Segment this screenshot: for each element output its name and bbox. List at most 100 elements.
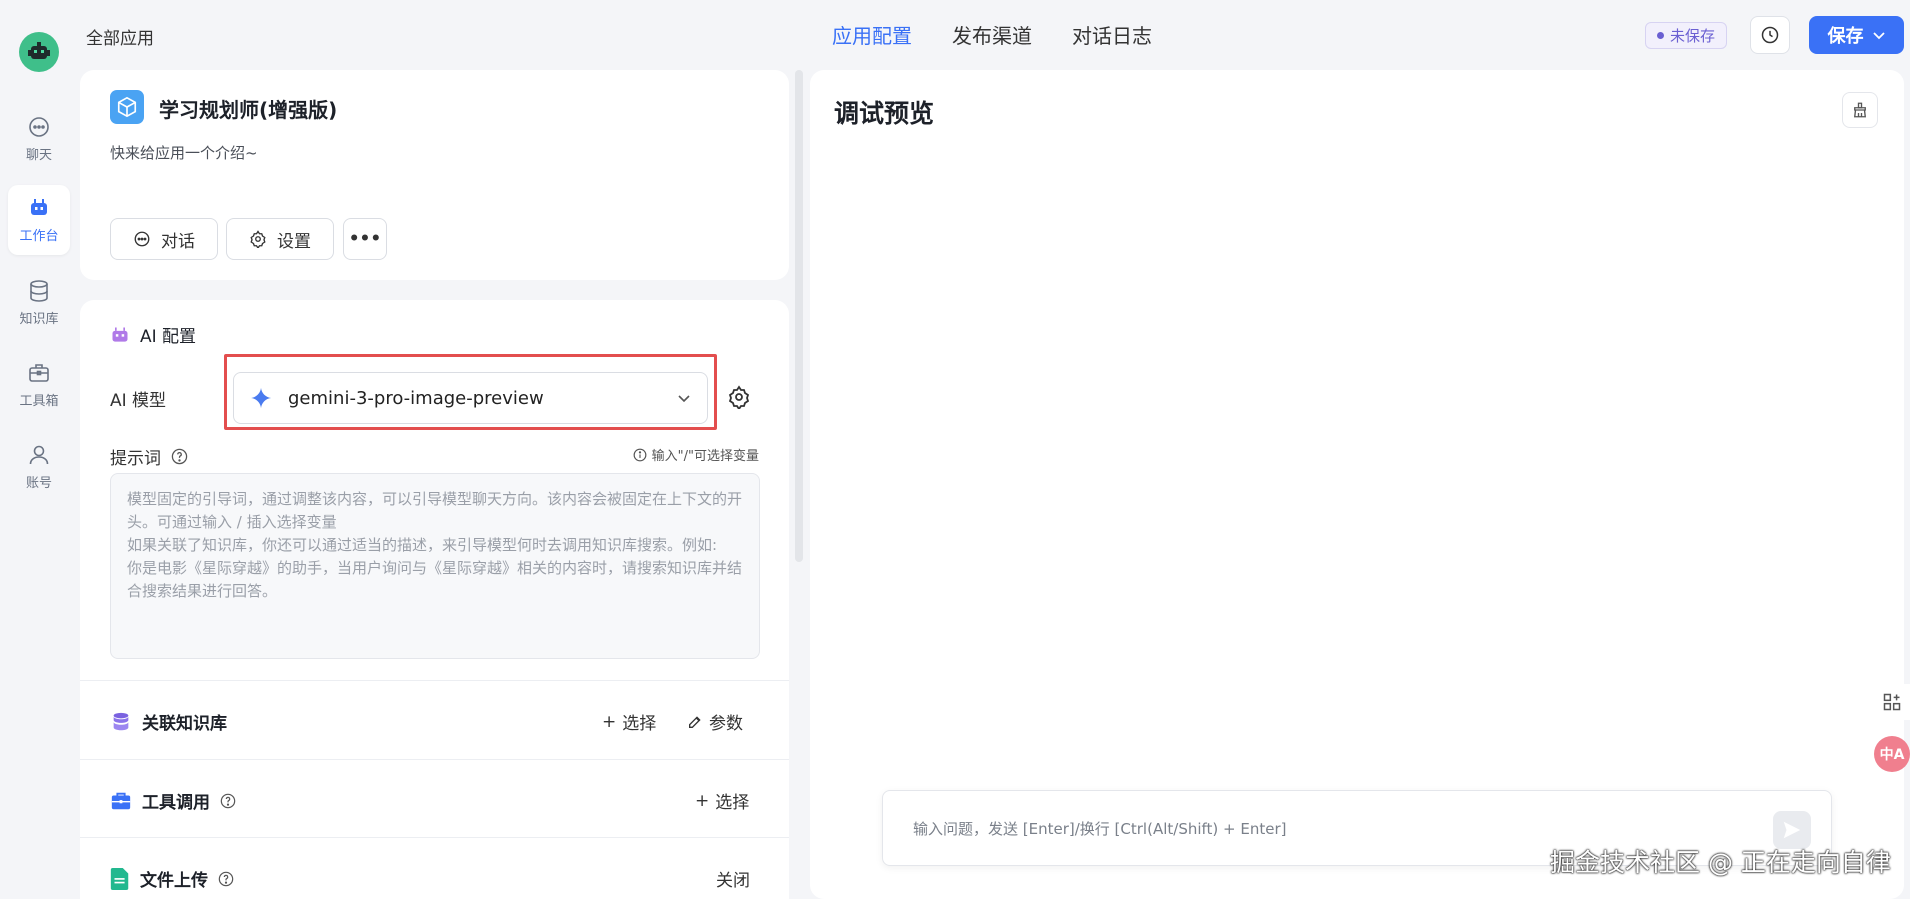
gear-icon bbox=[728, 385, 750, 411]
user-icon bbox=[29, 445, 49, 465]
tools-select-button[interactable]: + 选择 bbox=[695, 788, 750, 814]
prompt-label-text: 提示词 bbox=[110, 449, 161, 469]
left-nav: 聊天 工作台 知识库 工具箱 账号 bbox=[0, 0, 78, 899]
app-cube-icon bbox=[110, 90, 144, 124]
preview-panel: 调试预览 输入问题，发送 [Enter]/换行 [Ctrl(Alt/Shift)… bbox=[810, 70, 1904, 899]
nav-item-toolbox[interactable]: 工具箱 bbox=[8, 350, 70, 420]
knowledge-title-text: 关联知识库 bbox=[142, 714, 227, 734]
nav-item-chat[interactable]: 聊天 bbox=[8, 104, 70, 174]
nav-item-label: 账号 bbox=[25, 476, 52, 491]
chat-input-placeholder: 输入问题，发送 [Enter]/换行 [Ctrl(Alt/Shift) + En… bbox=[913, 819, 1287, 838]
tools-section-title: 工具调用 bbox=[110, 788, 236, 813]
watermark: 掘金技术社区 @ 正在走向自律 bbox=[1550, 848, 1891, 877]
history-button[interactable] bbox=[1750, 16, 1790, 54]
database-icon bbox=[113, 712, 129, 730]
knowledge-select-button[interactable]: + 选择 bbox=[602, 709, 657, 735]
grid-plus-icon bbox=[1883, 693, 1901, 711]
tab-chat-logs[interactable]: 对话日志 bbox=[1072, 20, 1152, 49]
gemini-sparkle-icon bbox=[250, 387, 272, 409]
app-logo[interactable] bbox=[19, 32, 59, 72]
gear-icon bbox=[250, 230, 266, 248]
robot-icon bbox=[112, 327, 128, 342]
upload-status-toggle[interactable]: 关闭 bbox=[716, 866, 750, 891]
ai-config-title: AI 配置 bbox=[110, 322, 196, 347]
toolbox-icon bbox=[29, 364, 49, 382]
help-icon[interactable] bbox=[171, 448, 188, 465]
chevron-down-icon bbox=[678, 395, 690, 403]
settings-button-label: 设置 bbox=[277, 231, 311, 252]
tools-select-label: 选择 bbox=[715, 793, 750, 813]
nav-item-label: 知识库 bbox=[19, 312, 59, 327]
translate-button[interactable]: 中A bbox=[1874, 736, 1910, 772]
breadcrumb[interactable]: 全部应用 bbox=[86, 24, 154, 49]
plus-icon: + bbox=[602, 711, 617, 732]
plus-icon: + bbox=[695, 790, 710, 811]
left-scrollbar[interactable] bbox=[795, 70, 803, 562]
unsaved-label: 未保存 bbox=[1670, 27, 1716, 45]
edit-icon bbox=[689, 715, 701, 728]
variable-hint-text: 输入"/"可选择变量 bbox=[651, 449, 759, 464]
help-icon[interactable] bbox=[218, 871, 234, 887]
nav-item-label: 聊天 bbox=[25, 148, 52, 163]
tools-title-text: 工具调用 bbox=[142, 793, 210, 813]
divider bbox=[80, 759, 789, 760]
nav-item-label: 工具箱 bbox=[19, 394, 59, 409]
knowledge-select-label: 选择 bbox=[622, 714, 657, 734]
variable-hint: 输入"/"可选择变量 bbox=[633, 445, 759, 464]
ai-config-card: AI 配置 AI 模型 gemini-3-pro-image-preview 提… bbox=[80, 300, 789, 899]
top-tabs: 应用配置 发布渠道 对话日志 bbox=[832, 20, 1152, 49]
status-dot bbox=[1657, 32, 1664, 39]
prompt-placeholder-line: 如果关联了知识库，你还可以通过适当的描述，来引导模型何时去调用知识库搜索。例如: bbox=[127, 536, 718, 554]
file-icon bbox=[110, 867, 129, 890]
save-label: 保存 bbox=[1827, 26, 1864, 47]
model-select-value: gemini-3-pro-image-preview bbox=[288, 387, 544, 409]
robot-icon bbox=[31, 199, 47, 215]
prompt-label: 提示词 bbox=[110, 444, 188, 469]
app-description[interactable]: 快来给应用一个介绍~ bbox=[110, 142, 258, 163]
clock-icon bbox=[1761, 26, 1779, 44]
more-button[interactable]: ••• bbox=[343, 218, 387, 260]
save-button[interactable]: 保存 bbox=[1809, 16, 1904, 54]
tab-publish-channel[interactable]: 发布渠道 bbox=[952, 20, 1032, 49]
robot-logo-icon bbox=[28, 42, 50, 59]
help-icon[interactable] bbox=[220, 793, 236, 809]
prompt-placeholder-line: 合搜索结果进行回答。 bbox=[127, 582, 278, 600]
nav-item-workbench[interactable]: 工作台 bbox=[8, 185, 70, 255]
app-info-card: 学习规划师(增强版) 快来给应用一个介绍~ 对话 设置 ••• bbox=[80, 70, 789, 280]
upload-title-text: 文件上传 bbox=[140, 871, 208, 891]
ai-config-title-text: AI 配置 bbox=[140, 327, 197, 347]
chat-button[interactable]: 对话 bbox=[110, 218, 218, 260]
chat-icon bbox=[134, 231, 150, 247]
prompt-textarea[interactable]: 模型固定的引导词，通过调整该内容，可以引导模型聊天方向。该内容会被固定在上下文的… bbox=[110, 473, 760, 659]
info-icon bbox=[633, 448, 647, 461]
model-settings-button[interactable] bbox=[727, 385, 751, 413]
clear-chat-button[interactable] bbox=[1842, 92, 1878, 128]
database-icon bbox=[30, 280, 48, 302]
preview-title: 调试预览 bbox=[834, 99, 935, 128]
nav-item-label: 工作台 bbox=[19, 229, 59, 244]
knowledge-params-label: 参数 bbox=[709, 714, 743, 734]
nav-item-knowledge[interactable]: 知识库 bbox=[8, 268, 70, 338]
nav-item-account[interactable]: 账号 bbox=[8, 432, 70, 502]
model-label: AI 模型 bbox=[110, 391, 167, 411]
prompt-placeholder-line: 模型固定的引导词，通过调整该内容，可以引导模型聊天方向。该内容会被固定在上下文的… bbox=[127, 490, 743, 508]
send-icon bbox=[1783, 821, 1801, 839]
broom-icon bbox=[1853, 102, 1867, 118]
unsaved-badge: 未保存 bbox=[1645, 22, 1728, 49]
chat-button-label: 对话 bbox=[161, 231, 195, 252]
upload-section-title: 文件上传 bbox=[110, 866, 234, 891]
chevron-down-icon bbox=[1872, 32, 1885, 40]
float-apps-button[interactable] bbox=[1874, 684, 1910, 720]
knowledge-section-title: 关联知识库 bbox=[110, 709, 227, 734]
divider bbox=[80, 837, 789, 838]
prompt-placeholder-line: 你是电影《星际穿越》的助手，当用户询问与《星际穿越》相关的内容时，请搜索知识库并… bbox=[127, 559, 743, 577]
model-select[interactable]: gemini-3-pro-image-preview bbox=[233, 372, 708, 424]
more-icon: ••• bbox=[348, 229, 382, 249]
tab-app-config[interactable]: 应用配置 bbox=[832, 20, 912, 49]
toolbox-icon bbox=[111, 792, 131, 809]
chat-icon bbox=[29, 117, 49, 137]
divider bbox=[80, 680, 789, 681]
app-name: 学习规划师(增强版) bbox=[159, 98, 338, 122]
settings-button[interactable]: 设置 bbox=[226, 218, 334, 260]
knowledge-params-button[interactable]: 参数 bbox=[687, 709, 743, 734]
